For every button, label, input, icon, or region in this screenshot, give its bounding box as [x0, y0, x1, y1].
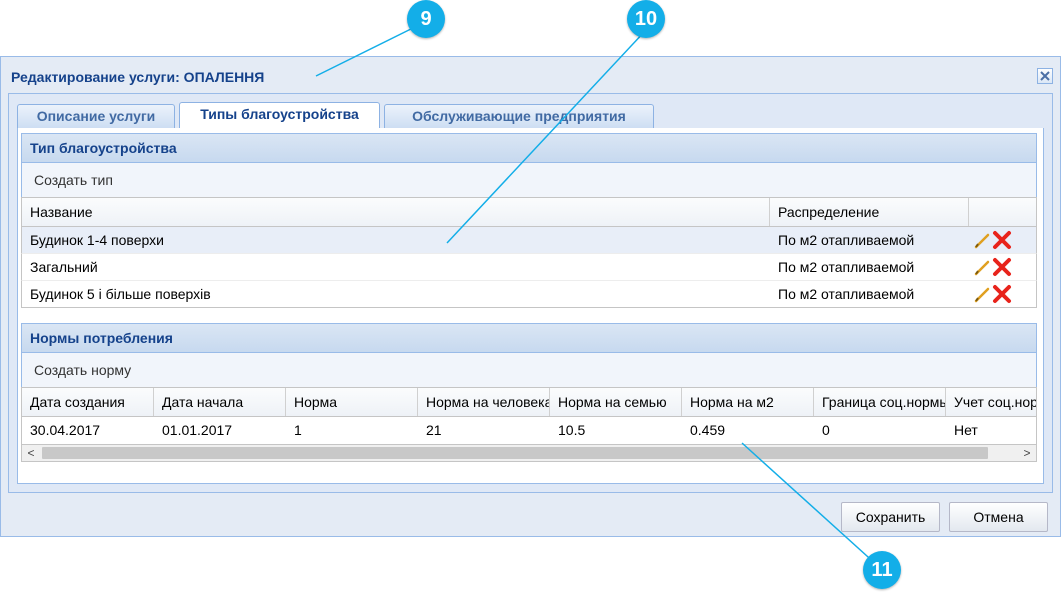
cell-distribution: По м2 отапливаемой [778, 232, 915, 248]
types-toolbar: Создать тип [21, 163, 1037, 197]
horizontal-scrollbar[interactable]: < > [21, 444, 1037, 462]
delete-x-icon[interactable] [992, 257, 1012, 280]
tab-improvement-types[interactable]: Типы благоустройства [179, 102, 380, 128]
column-header-social-account[interactable]: Учет соц.нормы [946, 388, 1036, 416]
tab-strip: Описание услуги Типы благоустройства Обс… [17, 102, 1042, 128]
cell-social-limit: 0 [822, 422, 830, 438]
cell-norm: 1 [294, 422, 302, 438]
delete-x-icon[interactable] [992, 230, 1012, 253]
dialog-body: Описание услуги Типы благоустройства Обс… [8, 93, 1053, 493]
column-header-norm[interactable]: Норма [286, 388, 418, 416]
table-row[interactable]: Загальний По м2 отапливаемой [21, 254, 1037, 281]
tab-label: Описание услуги [36, 108, 156, 124]
cell-social-account: Нет [954, 422, 978, 438]
column-header-actions [969, 198, 1036, 226]
tab-label: Типы благоустройства [200, 106, 359, 122]
table-row[interactable]: Будинок 1-4 поверхи По м2 отапливаемой [21, 227, 1037, 254]
edit-pencil-icon[interactable] [974, 231, 992, 252]
create-norm-button[interactable]: Создать норму [34, 362, 131, 378]
column-header-per-family[interactable]: Норма на семью [550, 388, 682, 416]
dialog-header[interactable]: Редактирование услуги: ОПАЛЕННЯ [1, 57, 1060, 93]
column-header-per-m2[interactable]: Норма на м2 [682, 388, 814, 416]
tab-service-description[interactable]: Описание услуги [17, 104, 175, 128]
cancel-button[interactable]: Отмена [949, 502, 1048, 532]
edit-pencil-icon[interactable] [974, 258, 992, 279]
save-button[interactable]: Сохранить [841, 502, 940, 532]
edit-pencil-icon[interactable] [974, 285, 992, 306]
table-row[interactable]: Будинок 5 і більше поверхів По м2 отапли… [21, 281, 1037, 308]
callout-badge: 11 [863, 551, 901, 589]
scroll-left-button[interactable]: < [22, 445, 40, 461]
column-header-distribution[interactable]: Распределение [770, 198, 969, 226]
types-grid-header: Название Распределение [21, 197, 1037, 227]
callout-badge: 10 [627, 0, 665, 38]
callout-badge: 9 [407, 0, 445, 38]
norms-panel-header: Нормы потребления [21, 323, 1037, 353]
tab-service-companies[interactable]: Обслуживающие предприятия [384, 104, 654, 128]
scroll-thumb[interactable] [42, 447, 988, 459]
cell-per-m2: 0.459 [690, 422, 726, 438]
column-header-start[interactable]: Дата начала [154, 388, 286, 416]
edit-service-dialog: Редактирование услуги: ОПАЛЕННЯ Описание… [0, 56, 1061, 537]
column-header-social-limit[interactable]: Граница соц.нормы [814, 388, 946, 416]
table-row[interactable]: 30.04.2017 01.01.2017 1 21 10.5 0.459 0 … [21, 417, 1037, 444]
close-icon[interactable] [1037, 68, 1053, 84]
cell-name: Загальний [30, 259, 98, 275]
cell-per-family: 10.5 [558, 422, 586, 438]
cell-name: Будинок 1-4 поверхи [30, 232, 164, 248]
norms-grid-header: Дата создания Дата начала Норма Норма на… [21, 387, 1037, 417]
dialog-title: Редактирование услуги: ОПАЛЕННЯ [11, 69, 265, 85]
create-type-button[interactable]: Создать тип [34, 172, 113, 188]
column-header-created[interactable]: Дата создания [22, 388, 154, 416]
cell-start: 01.01.2017 [162, 422, 233, 438]
cell-per-person: 21 [426, 422, 442, 438]
cell-distribution: По м2 отапливаемой [778, 259, 915, 275]
tab-panel-improvement-types: Тип благоустройства Создать тип Название… [17, 128, 1044, 484]
tab-label: Обслуживающие предприятия [412, 108, 626, 124]
cell-name: Будинок 5 і більше поверхів [30, 286, 211, 302]
scroll-right-button[interactable]: > [1018, 445, 1036, 461]
types-panel-title: Тип благоустройства [30, 140, 177, 156]
norms-panel-title: Нормы потребления [30, 330, 173, 346]
column-header-per-person[interactable]: Норма на человека [418, 388, 550, 416]
types-panel-header: Тип благоустройства [21, 133, 1037, 163]
delete-x-icon[interactable] [992, 284, 1012, 307]
column-header-name[interactable]: Название [22, 198, 770, 226]
norms-toolbar: Создать норму [21, 353, 1037, 387]
cell-distribution: По м2 отапливаемой [778, 286, 915, 302]
cell-created: 30.04.2017 [30, 422, 101, 438]
